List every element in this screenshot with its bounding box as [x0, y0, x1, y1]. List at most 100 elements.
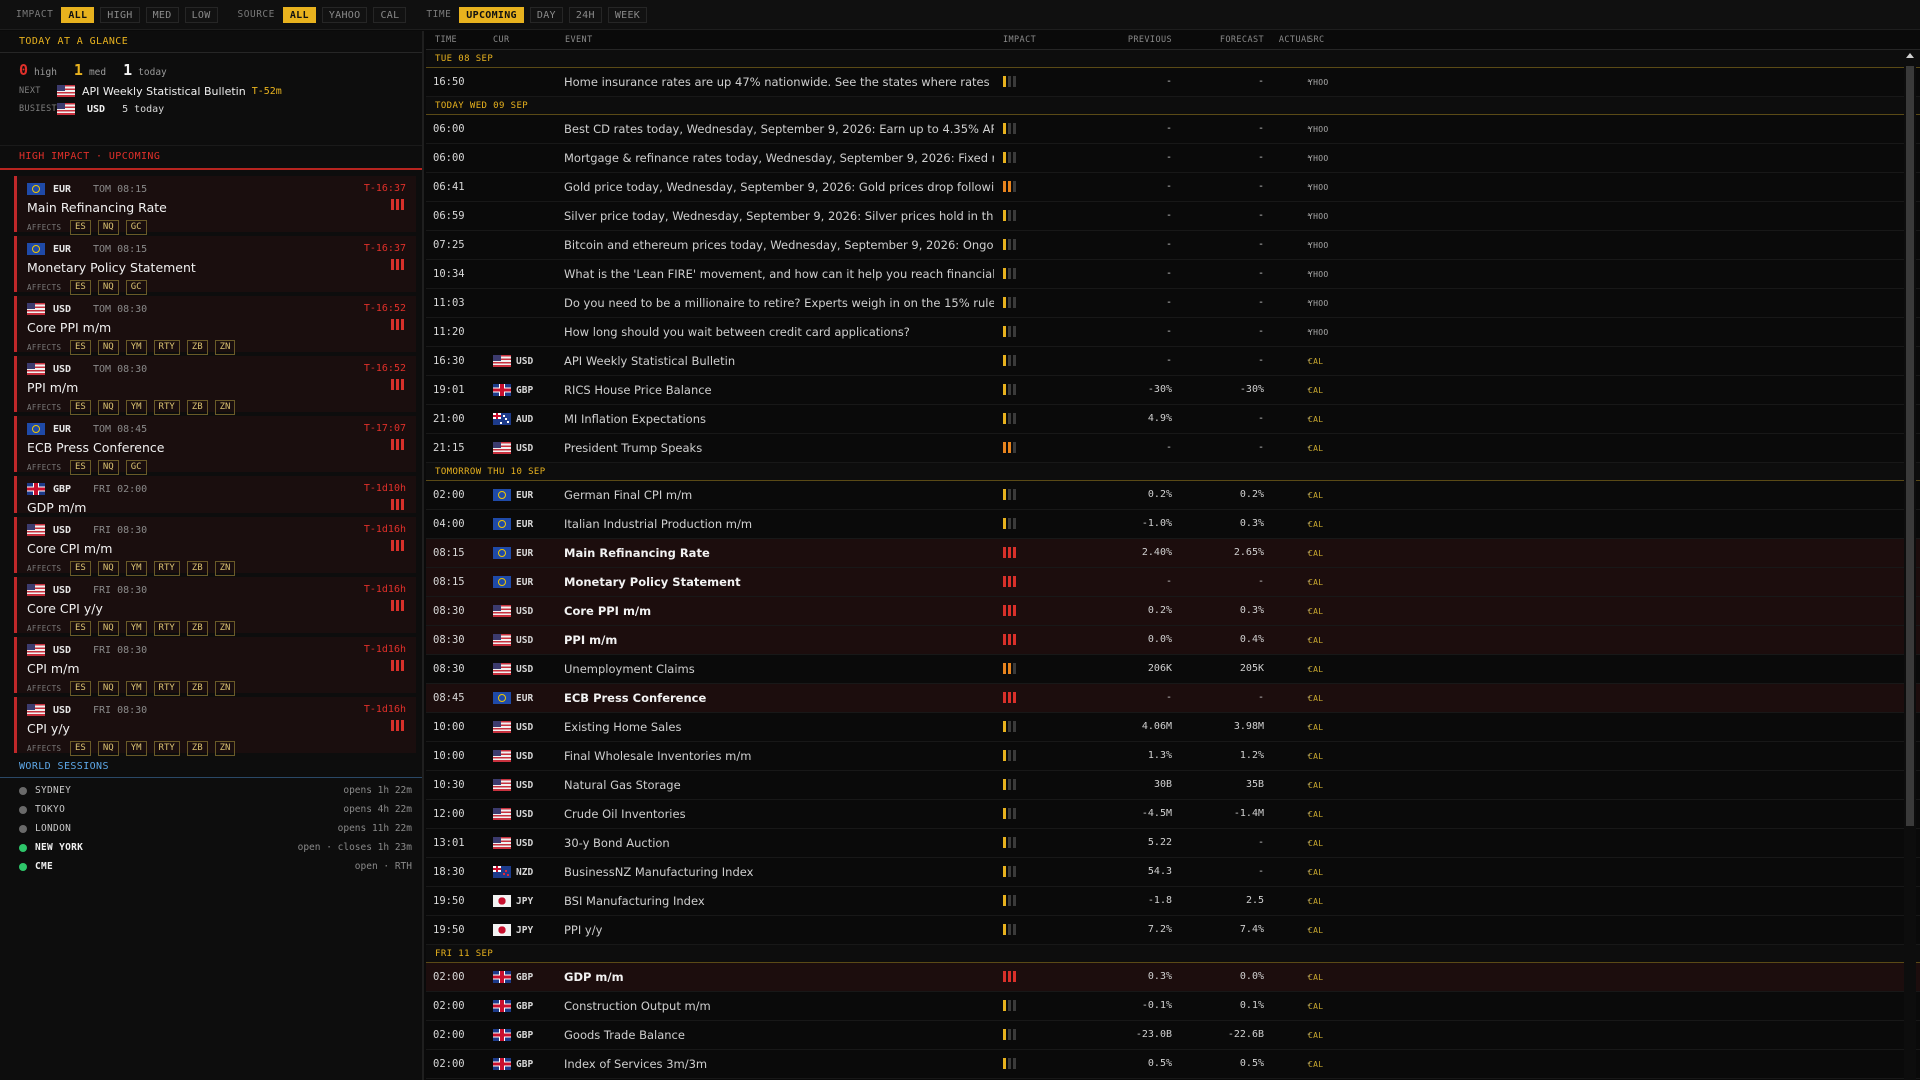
table-row[interactable]: 12:00 USD Crude Oil Inventories -4.5M -1.4M -…	[426, 800, 1920, 829]
affected-symbol-tag[interactable]: NQ	[97, 220, 119, 235]
col-time[interactable]: TIME	[435, 35, 457, 45]
event-name[interactable]: Unemployment Claims	[564, 662, 695, 676]
event-name[interactable]: German Final CPI m/m	[564, 488, 692, 502]
high-impact-card[interactable]: USD FRI 08:30 T-1d16h Core CPI m/m AFFECTS ES…	[14, 517, 416, 576]
high-impact-card[interactable]: USD TOM 08:30 T-16:52 Core PPI m/m AFFECTS ES…	[14, 296, 416, 355]
table-row[interactable]: 18:30 NZD BusinessNZ Manufacturing Index 54…	[426, 858, 1920, 887]
impact-filter-med[interactable]: MED	[145, 6, 179, 23]
col-event[interactable]: EVENT	[565, 35, 593, 45]
table-row[interactable]: 10:30 USD Natural Gas Storage 30B 35B - CAL	[426, 771, 1920, 800]
source-filter-yahoo[interactable]: YAHOO	[321, 6, 368, 23]
impact-filter-low[interactable]: LOW	[184, 6, 218, 23]
affected-symbol-tag[interactable]: NQ	[97, 460, 119, 475]
affected-symbol-tag[interactable]: YM	[125, 561, 147, 576]
table-row[interactable]: 10:00 USD Final Wholesale Inventories m/m 1…	[426, 742, 1920, 771]
table-row[interactable]: 10:00 USD Existing Home Sales 4.06M 3.98M - CA…	[426, 713, 1920, 742]
affected-symbol-tag[interactable]: ES	[70, 621, 91, 636]
affected-symbol-tag[interactable]: YM	[125, 681, 147, 696]
affected-symbol-tag[interactable]: ES	[70, 400, 91, 415]
affected-symbol-tag[interactable]: GC	[125, 460, 147, 475]
event-name[interactable]: MI Inflation Expectations	[564, 412, 706, 426]
high-impact-card[interactable]: EUR TOM 08:15 T-16:37 Monetary Policy State…	[14, 236, 416, 295]
event-name[interactable]: PPI m/m	[564, 633, 617, 647]
event-name[interactable]: Final Wholesale Inventories m/m	[564, 749, 751, 763]
affected-symbol-tag[interactable]: ZN	[214, 561, 236, 576]
affected-symbol-tag[interactable]: ZB	[186, 741, 208, 756]
event-name[interactable]: Bitcoin and ethereum prices today, Wedne…	[564, 238, 994, 252]
event-name[interactable]: BSI Manufacturing Index	[564, 894, 705, 908]
table-row[interactable]: 07:25 Bitcoin and ethereum prices today, …	[426, 231, 1920, 260]
high-impact-card[interactable]: EUR TOM 08:45 T-17:07 ECB Press Conference A…	[14, 416, 416, 475]
affected-symbol-tag[interactable]: RTY	[153, 741, 180, 756]
affected-symbol-tag[interactable]: ZN	[214, 741, 236, 756]
event-name[interactable]: API Weekly Statistical Bulletin	[564, 354, 735, 368]
table-row[interactable]: 06:00 Mortgage & refinance rates today, W…	[426, 144, 1920, 173]
affected-symbol-tag[interactable]: NQ	[97, 340, 119, 355]
table-row[interactable]: 10:34 What is the 'Lean FIRE' movement, a…	[426, 260, 1920, 289]
affected-symbol-tag[interactable]: GC	[125, 220, 147, 235]
event-name[interactable]: Main Refinancing Rate	[564, 546, 710, 560]
affected-symbol-tag[interactable]: RTY	[153, 681, 180, 696]
table-row[interactable]: 02:00 GBP Construction Output m/m -0.1% 0.1%…	[426, 992, 1920, 1021]
time-filter-upcoming[interactable]: UPCOMING	[459, 6, 524, 23]
high-impact-card[interactable]: USD FRI 08:30 T-1d16h Core CPI y/y AFFECTS ES…	[14, 577, 416, 636]
table-row[interactable]: 08:30 USD Unemployment Claims 206K 205K - CAL	[426, 655, 1920, 684]
affected-symbol-tag[interactable]: ZN	[214, 621, 236, 636]
col-src[interactable]: SRC	[1308, 35, 1325, 45]
event-name[interactable]: Existing Home Sales	[564, 720, 681, 734]
affected-symbol-tag[interactable]: ZB	[186, 621, 208, 636]
table-row[interactable]: 06:00 Best CD rates today, Wednesday, Sep…	[426, 115, 1920, 144]
affected-symbol-tag[interactable]: NQ	[97, 561, 119, 576]
col-previous[interactable]: PREVIOUS	[1128, 35, 1172, 45]
event-name[interactable]: Core PPI m/m	[564, 604, 651, 618]
scroll-up-arrow-icon[interactable]	[1906, 53, 1914, 58]
affected-symbol-tag[interactable]: NQ	[97, 681, 119, 696]
source-filter-cal[interactable]: CAL	[373, 6, 407, 23]
event-name[interactable]: Silver price today, Wednesday, September…	[564, 209, 994, 223]
event-name[interactable]: ECB Press Conference	[564, 691, 706, 705]
table-row[interactable]: 02:00 EUR German Final CPI m/m 0.2% 0.2% - CAL	[426, 481, 1920, 510]
event-name[interactable]: BusinessNZ Manufacturing Index	[564, 865, 753, 879]
col-impact[interactable]: IMPACT	[1003, 35, 1036, 45]
table-row[interactable]: 21:15 USD President Trump Speaks - - - CAL	[426, 434, 1920, 463]
high-impact-card[interactable]: EUR TOM 08:15 T-16:37 Main Refinancing Rate…	[14, 176, 416, 235]
affected-symbol-tag[interactable]: YM	[125, 340, 147, 355]
affected-symbol-tag[interactable]: ZN	[214, 340, 236, 355]
table-row[interactable]: 19:50 JPY PPI y/y 7.2% 7.4% - CAL	[426, 916, 1920, 945]
affected-symbol-tag[interactable]: ES	[70, 220, 91, 235]
affected-symbol-tag[interactable]: YM	[125, 741, 147, 756]
event-name[interactable]: RICS House Price Balance	[564, 383, 712, 397]
table-row[interactable]: 02:00 GBP Index of Services 3m/3m 0.5% 0.5% -…	[426, 1050, 1920, 1079]
event-name[interactable]: What is the 'Lean FIRE' movement, and ho…	[564, 267, 994, 281]
affected-symbol-tag[interactable]: ES	[70, 681, 91, 696]
affected-symbol-tag[interactable]: RTY	[153, 400, 180, 415]
table-row[interactable]: 11:20 How long should you wait between cr…	[426, 318, 1920, 347]
event-name[interactable]: 30-y Bond Auction	[564, 836, 670, 850]
affected-symbol-tag[interactable]: NQ	[97, 280, 119, 295]
scrollbar-thumb[interactable]	[1906, 66, 1914, 826]
table-row[interactable]: 08:15 EUR Main Refinancing Rate 2.40% 2.65% -…	[426, 539, 1920, 568]
event-name[interactable]: Index of Services 3m/3m	[564, 1057, 707, 1071]
table-row[interactable]: 11:03 Do you need to be a millionaire to …	[426, 289, 1920, 318]
event-name[interactable]: Do you need to be a millionaire to retir…	[564, 296, 994, 310]
event-name[interactable]: Italian Industrial Production m/m	[564, 517, 752, 531]
high-impact-card[interactable]: USD TOM 08:30 T-16:52 PPI m/m AFFECTS ES NQ YM R…	[14, 356, 416, 415]
table-row[interactable]: 13:01 USD 30-y Bond Auction 5.22- - CAL	[426, 829, 1920, 858]
high-impact-card[interactable]: USD FRI 08:30 T-1d16h CPI m/m AFFECTS ES NQ YM R…	[14, 637, 416, 696]
event-name[interactable]: Construction Output m/m	[564, 999, 711, 1013]
affected-symbol-tag[interactable]: GC	[125, 280, 147, 295]
affected-symbol-tag[interactable]: NQ	[97, 741, 119, 756]
table-row[interactable]: 19:01 GBP RICS House Price Balance -30% -30%…	[426, 376, 1920, 405]
table-row[interactable]: 02:00 GBP GDP m/m 0.3% 0.0% - CAL	[426, 963, 1920, 992]
affected-symbol-tag[interactable]: YM	[125, 621, 147, 636]
table-row[interactable]: 08:15 EUR Monetary Policy Statement - - - CAL	[426, 568, 1920, 597]
affected-symbol-tag[interactable]: YM	[125, 400, 147, 415]
table-row[interactable]: 04:00 EUR Italian Industrial Production m/…	[426, 510, 1920, 539]
event-name[interactable]: President Trump Speaks	[564, 441, 702, 455]
event-name[interactable]: Crude Oil Inventories	[564, 807, 686, 821]
affected-symbol-tag[interactable]: NQ	[97, 621, 119, 636]
affected-symbol-tag[interactable]: RTY	[153, 340, 180, 355]
affected-symbol-tag[interactable]: RTY	[153, 561, 180, 576]
table-row[interactable]: 08:30 USD PPI m/m 0.0% 0.4% - CAL	[426, 626, 1920, 655]
col-cur[interactable]: CUR	[493, 35, 510, 45]
